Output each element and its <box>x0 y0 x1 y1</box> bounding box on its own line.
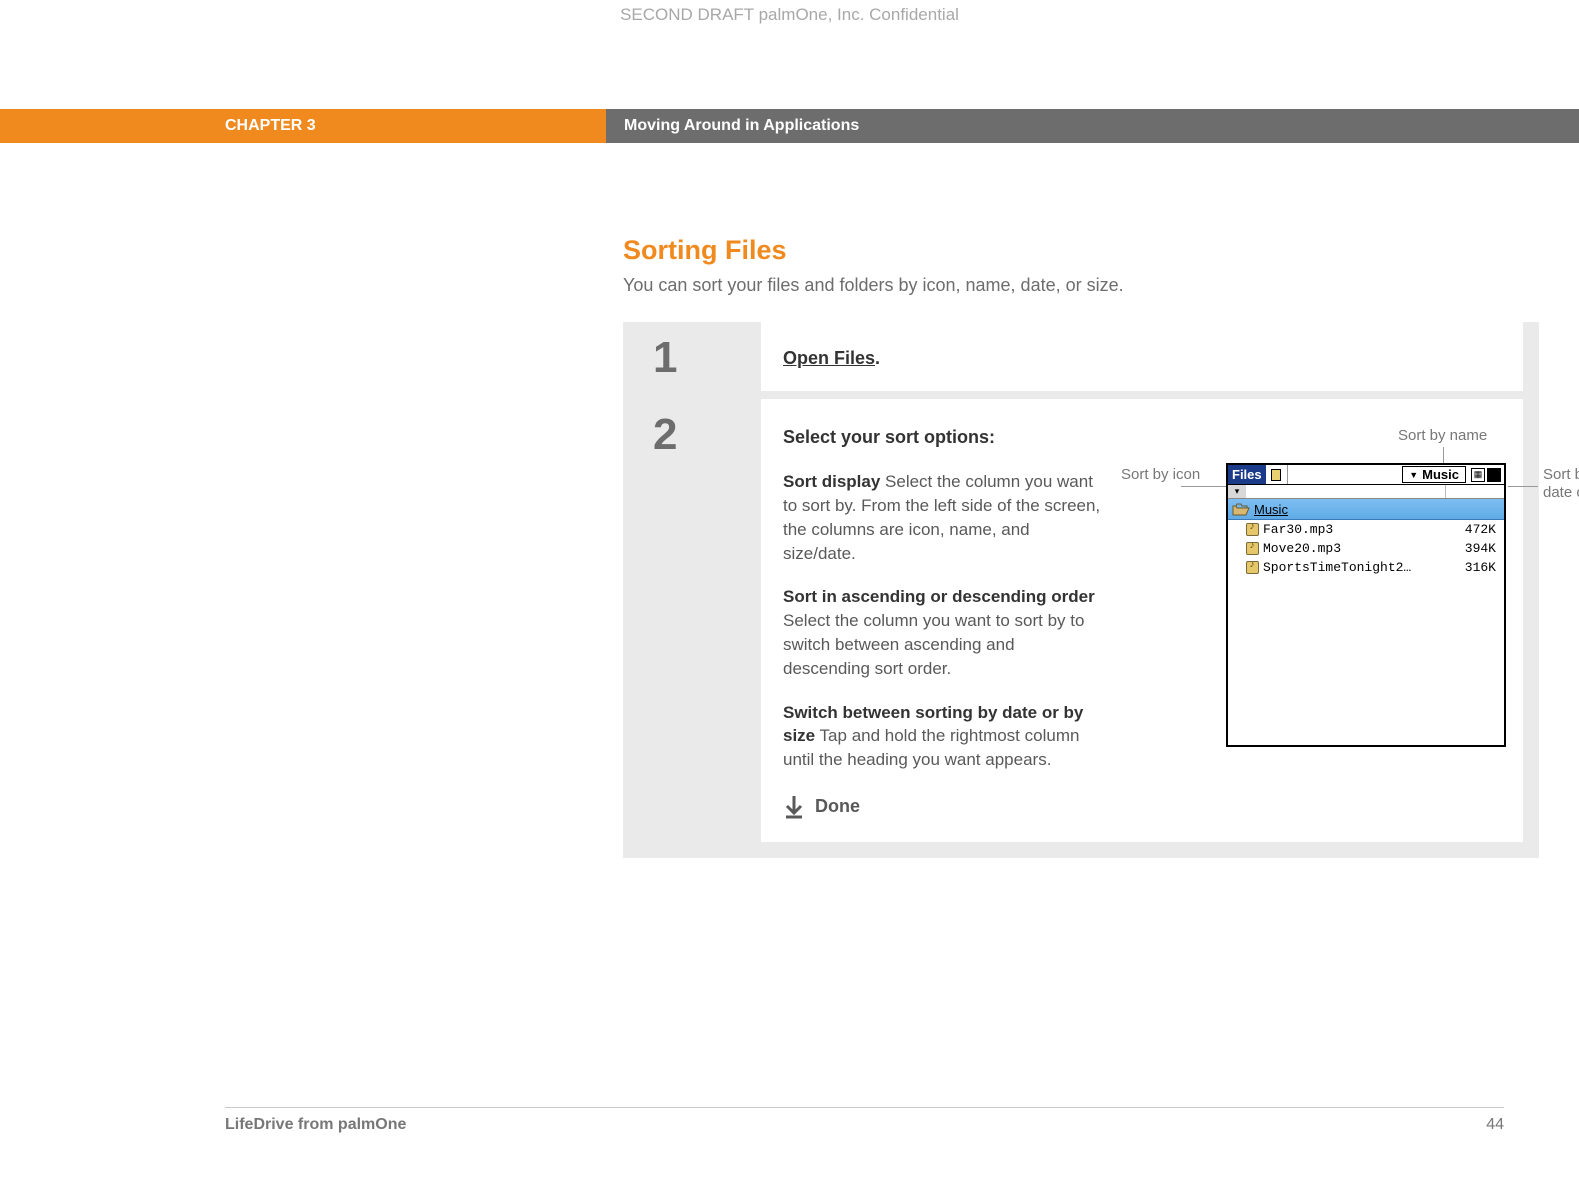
step-2-heading: Select your sort options: <box>783 425 1103 450</box>
open-files-link[interactable]: Open Files <box>783 348 875 368</box>
column-headers: ▾ <box>1228 485 1504 499</box>
file-row[interactable]: Move20.mp3 394K <box>1228 539 1504 558</box>
sd-card-icon <box>1271 469 1281 481</box>
folder-open-icon <box>1232 503 1250 516</box>
view-icon-2[interactable] <box>1487 468 1501 482</box>
card-icon[interactable] <box>1266 465 1288 484</box>
done-arrow-icon <box>783 794 805 820</box>
sort-size-column[interactable] <box>1446 485 1504 498</box>
sort-order-label: Sort in ascending or descending order <box>783 587 1095 606</box>
sort-icon-column[interactable]: ▾ <box>1228 485 1246 498</box>
chapter-label: CHAPTER 3 <box>0 109 606 143</box>
step-number-1: 1 <box>623 322 761 391</box>
file-name: Far30.mp3 <box>1263 522 1445 537</box>
sort-order-text: Select the column you want to sort by to… <box>783 611 1084 678</box>
footer-product: LifeDrive from palmOne <box>225 1116 406 1134</box>
para-sort-order: Sort in ascending or descending order Se… <box>783 585 1103 680</box>
file-size: 316K <box>1449 560 1504 575</box>
callout-sort-by-date-size: Sort by date or size <box>1543 466 1579 502</box>
view-icon-1[interactable]: ▦ <box>1471 468 1485 482</box>
steps-container: 1 Open Files. 2 Select your sort options… <box>623 322 1539 858</box>
figure-wrap: Sort by name Sort by icon Sort by date o… <box>1113 425 1501 820</box>
footer-page-number: 44 <box>1486 1116 1504 1134</box>
breadcrumb-label: Music <box>1254 502 1288 517</box>
device-header: Files Music ▦ <box>1228 465 1504 485</box>
section-description: You can sort your files and folders by i… <box>623 275 1539 296</box>
section-title: Sorting Files <box>623 235 1539 266</box>
confidential-watermark: SECOND DRAFT palmOne, Inc. Confidential <box>0 5 1579 25</box>
para-sort-display: Sort display Select the column you want … <box>783 470 1103 565</box>
file-row[interactable]: SportsTimeTonight2… 316K <box>1228 558 1504 577</box>
done-row: Done <box>783 794 1103 820</box>
sort-display-label: Sort display <box>783 472 880 491</box>
main-content: Sorting Files You can sort your files an… <box>623 235 1539 858</box>
step-1-row: 1 Open Files. <box>623 322 1539 391</box>
file-name: Move20.mp3 <box>1263 541 1445 556</box>
music-file-icon <box>1246 561 1259 574</box>
sort-name-column[interactable] <box>1246 485 1446 498</box>
chapter-title: Moving Around in Applications <box>606 109 1579 143</box>
step-2-text: Select your sort options: Sort display S… <box>783 425 1103 820</box>
file-row[interactable]: Far30.mp3 472K <box>1228 520 1504 539</box>
done-label: Done <box>815 794 860 819</box>
callout-line <box>1181 486 1226 487</box>
step-number-2: 2 <box>623 399 761 842</box>
music-file-icon <box>1246 523 1259 536</box>
footer-divider <box>225 1107 1504 1108</box>
callout-sort-by-icon: Sort by icon <box>1121 466 1200 484</box>
dropdown-label: Music <box>1422 467 1459 482</box>
file-size: 472K <box>1449 522 1504 537</box>
para-sort-switch: Switch between sorting by date or by siz… <box>783 701 1103 772</box>
step-2-body: Select your sort options: Sort display S… <box>761 399 1523 842</box>
callout-line <box>1508 486 1538 487</box>
music-file-icon <box>1246 542 1259 555</box>
category-dropdown[interactable]: Music <box>1402 466 1466 483</box>
breadcrumb-row[interactable]: Music <box>1228 499 1504 520</box>
files-app-tab[interactable]: Files <box>1228 465 1266 484</box>
file-name: SportsTimeTonight2… <box>1263 560 1445 575</box>
sort-switch-text: Tap and hold the rightmost column until … <box>783 726 1079 769</box>
step-1-body: Open Files. <box>761 322 1523 391</box>
callout-sort-by-name: Sort by name <box>1398 427 1487 445</box>
device-screenshot: Files Music ▦ <box>1226 463 1506 747</box>
step-2-row: 2 Select your sort options: Sort display… <box>623 399 1539 842</box>
chapter-bar: CHAPTER 3 Moving Around in Applications <box>0 109 1579 143</box>
step-1-dot: . <box>875 348 880 368</box>
file-size: 394K <box>1449 541 1504 556</box>
